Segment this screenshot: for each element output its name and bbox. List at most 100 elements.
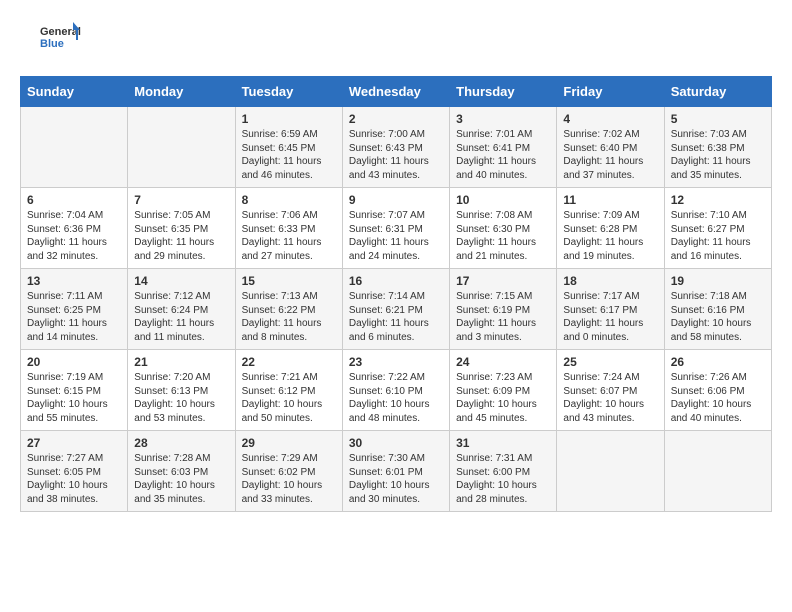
calendar-cell: 1Sunrise: 6:59 AMSunset: 6:45 PMDaylight…: [235, 107, 342, 188]
calendar-cell: 2 Sunrise: 7:00 AMSunset: 6:43 PMDaylight…: [342, 107, 449, 188]
day-number: 29: [242, 436, 336, 450]
day-number: 22: [242, 355, 336, 369]
header-day-monday: Monday: [128, 77, 235, 107]
calendar-cell: 14 Sunrise: 7:12 AMSunset: 6:24 PMDayligh…: [128, 269, 235, 350]
day-number: 12: [671, 193, 765, 207]
calendar-cell: 8Sunrise: 7:06 AMSunset: 6:33 PMDaylight…: [235, 188, 342, 269]
cell-content: Sunrise: 7:24 AMSunset: 6:07 PMDaylight:…: [563, 371, 657, 425]
cell-content: Sunrise: 7:00 AMSunset: 6:43 PMDaylight:…: [349, 128, 443, 182]
calendar-cell: 12 Sunrise: 7:10 AMSunset: 6:27 PMDayligh…: [664, 188, 771, 269]
day-number: 11: [563, 193, 657, 207]
calendar-cell: 24Sunrise: 7:23 AMSunset: 6:09 PMDayligh…: [450, 350, 557, 431]
day-number: 19: [671, 274, 765, 288]
cell-content: Sunrise: 7:28 AMSunset: 6:03 PMDaylight:…: [134, 452, 228, 506]
cell-content: Sunrise: 7:02 AMSunset: 6:40 PMDaylight:…: [563, 128, 657, 182]
cell-content: Sunrise: 7:26 AMSunset: 6:06 PMDaylight:…: [671, 371, 765, 425]
logo-icon: General Blue: [20, 20, 100, 60]
calendar-cell: 23 Sunrise: 7:22 AMSunset: 6:10 PMDayligh…: [342, 350, 449, 431]
day-number: 30: [349, 436, 443, 450]
day-number: 27: [27, 436, 121, 450]
day-number: 20: [27, 355, 121, 369]
day-number: 21: [134, 355, 228, 369]
header-day-saturday: Saturday: [664, 77, 771, 107]
cell-content: Sunrise: 7:07 AMSunset: 6:31 PMDaylight:…: [349, 209, 443, 263]
calendar-cell: 28 Sunrise: 7:28 AMSunset: 6:03 PMDayligh…: [128, 431, 235, 512]
week-row-3: 20 Sunrise: 7:19 AMSunset: 6:15 PMDayligh…: [21, 350, 772, 431]
cell-content: Sunrise: 7:22 AMSunset: 6:10 PMDaylight:…: [349, 371, 443, 425]
calendar-cell: 10 Sunrise: 7:08 AMSunset: 6:30 PMDayligh…: [450, 188, 557, 269]
calendar-table: SundayMondayTuesdayWednesdayThursdayFrid…: [20, 76, 772, 512]
cell-content: Sunrise: 7:15 AMSunset: 6:19 PMDaylight:…: [456, 290, 550, 344]
calendar-cell: 25 Sunrise: 7:24 AMSunset: 6:07 PMDayligh…: [557, 350, 664, 431]
cell-content: Sunrise: 7:27 AMSunset: 6:05 PMDaylight:…: [27, 452, 121, 506]
day-number: 28: [134, 436, 228, 450]
header-day-sunday: Sunday: [21, 77, 128, 107]
calendar-cell: 5 Sunrise: 7:03 AMSunset: 6:38 PMDaylight…: [664, 107, 771, 188]
cell-content: Sunrise: 7:03 AMSunset: 6:38 PMDaylight:…: [671, 128, 765, 182]
day-number: 4: [563, 112, 657, 126]
cell-content: Sunrise: 7:09 AMSunset: 6:28 PMDaylight:…: [563, 209, 657, 263]
day-number: 10: [456, 193, 550, 207]
header-day-tuesday: Tuesday: [235, 77, 342, 107]
cell-content: Sunrise: 7:10 AMSunset: 6:27 PMDaylight:…: [671, 209, 765, 263]
calendar-cell: 17 Sunrise: 7:15 AMSunset: 6:19 PMDayligh…: [450, 269, 557, 350]
calendar-cell: 20 Sunrise: 7:19 AMSunset: 6:15 PMDayligh…: [21, 350, 128, 431]
cell-content: Sunrise: 7:30 AMSunset: 6:01 PMDaylight:…: [349, 452, 443, 506]
cell-content: Sunrise: 7:17 AMSunset: 6:17 PMDaylight:…: [563, 290, 657, 344]
day-number: 5: [671, 112, 765, 126]
header-row: SundayMondayTuesdayWednesdayThursdayFrid…: [21, 77, 772, 107]
calendar-cell: 15 Sunrise: 7:13 AMSunset: 6:22 PMDayligh…: [235, 269, 342, 350]
cell-content: Sunrise: 6:59 AMSunset: 6:45 PMDaylight:…: [242, 128, 336, 182]
cell-content: Sunrise: 7:01 AMSunset: 6:41 PMDaylight:…: [456, 128, 550, 182]
day-number: 14: [134, 274, 228, 288]
header-day-wednesday: Wednesday: [342, 77, 449, 107]
cell-content: Sunrise: 7:12 AMSunset: 6:24 PMDaylight:…: [134, 290, 228, 344]
calendar-cell: 29 Sunrise: 7:29 AMSunset: 6:02 PMDayligh…: [235, 431, 342, 512]
calendar-cell: 22 Sunrise: 7:21 AMSunset: 6:12 PMDayligh…: [235, 350, 342, 431]
day-number: 7: [134, 193, 228, 207]
cell-content: Sunrise: 7:13 AMSunset: 6:22 PMDaylight:…: [242, 290, 336, 344]
calendar-cell: [128, 107, 235, 188]
cell-content: Sunrise: 7:29 AMSunset: 6:02 PMDaylight:…: [242, 452, 336, 506]
day-number: 2: [349, 112, 443, 126]
calendar-cell: 9 Sunrise: 7:07 AMSunset: 6:31 PMDaylight…: [342, 188, 449, 269]
day-number: 13: [27, 274, 121, 288]
week-row-4: 27 Sunrise: 7:27 AMSunset: 6:05 PMDayligh…: [21, 431, 772, 512]
calendar-cell: 16 Sunrise: 7:14 AMSunset: 6:21 PMDayligh…: [342, 269, 449, 350]
calendar-cell: 6Sunrise: 7:04 AMSunset: 6:36 PMDaylight…: [21, 188, 128, 269]
calendar-cell: 26Sunrise: 7:26 AMSunset: 6:06 PMDayligh…: [664, 350, 771, 431]
calendar-cell: [21, 107, 128, 188]
cell-content: Sunrise: 7:14 AMSunset: 6:21 PMDaylight:…: [349, 290, 443, 344]
day-number: 9: [349, 193, 443, 207]
day-number: 17: [456, 274, 550, 288]
calendar-cell: 31 Sunrise: 7:31 AMSunset: 6:00 PMDayligh…: [450, 431, 557, 512]
calendar-cell: [557, 431, 664, 512]
week-row-1: 6Sunrise: 7:04 AMSunset: 6:36 PMDaylight…: [21, 188, 772, 269]
svg-text:Blue: Blue: [40, 38, 64, 50]
calendar-cell: 4 Sunrise: 7:02 AMSunset: 6:40 PMDaylight…: [557, 107, 664, 188]
cell-content: Sunrise: 7:20 AMSunset: 6:13 PMDaylight:…: [134, 371, 228, 425]
calendar-cell: 13 Sunrise: 7:11 AMSunset: 6:25 PMDayligh…: [21, 269, 128, 350]
day-number: 23: [349, 355, 443, 369]
day-number: 16: [349, 274, 443, 288]
day-number: 15: [242, 274, 336, 288]
cell-content: Sunrise: 7:08 AMSunset: 6:30 PMDaylight:…: [456, 209, 550, 263]
calendar-cell: 3Sunrise: 7:01 AMSunset: 6:41 PMDaylight…: [450, 107, 557, 188]
cell-content: Sunrise: 7:05 AMSunset: 6:35 PMDaylight:…: [134, 209, 228, 263]
calendar-cell: 18 Sunrise: 7:17 AMSunset: 6:17 PMDayligh…: [557, 269, 664, 350]
day-number: 31: [456, 436, 550, 450]
cell-content: Sunrise: 7:19 AMSunset: 6:15 PMDaylight:…: [27, 371, 121, 425]
cell-content: Sunrise: 7:06 AMSunset: 6:33 PMDaylight:…: [242, 209, 336, 263]
week-row-2: 13 Sunrise: 7:11 AMSunset: 6:25 PMDayligh…: [21, 269, 772, 350]
calendar-cell: 7 Sunrise: 7:05 AMSunset: 6:35 PMDaylight…: [128, 188, 235, 269]
calendar-cell: 30 Sunrise: 7:30 AMSunset: 6:01 PMDayligh…: [342, 431, 449, 512]
day-number: 25: [563, 355, 657, 369]
page-header: General Blue: [20, 20, 772, 60]
day-number: 18: [563, 274, 657, 288]
calendar-cell: 11 Sunrise: 7:09 AMSunset: 6:28 PMDayligh…: [557, 188, 664, 269]
cell-content: Sunrise: 7:31 AMSunset: 6:00 PMDaylight:…: [456, 452, 550, 506]
cell-content: Sunrise: 7:11 AMSunset: 6:25 PMDaylight:…: [27, 290, 121, 344]
cell-content: Sunrise: 7:23 AMSunset: 6:09 PMDaylight:…: [456, 371, 550, 425]
cell-content: Sunrise: 7:21 AMSunset: 6:12 PMDaylight:…: [242, 371, 336, 425]
calendar-cell: [664, 431, 771, 512]
